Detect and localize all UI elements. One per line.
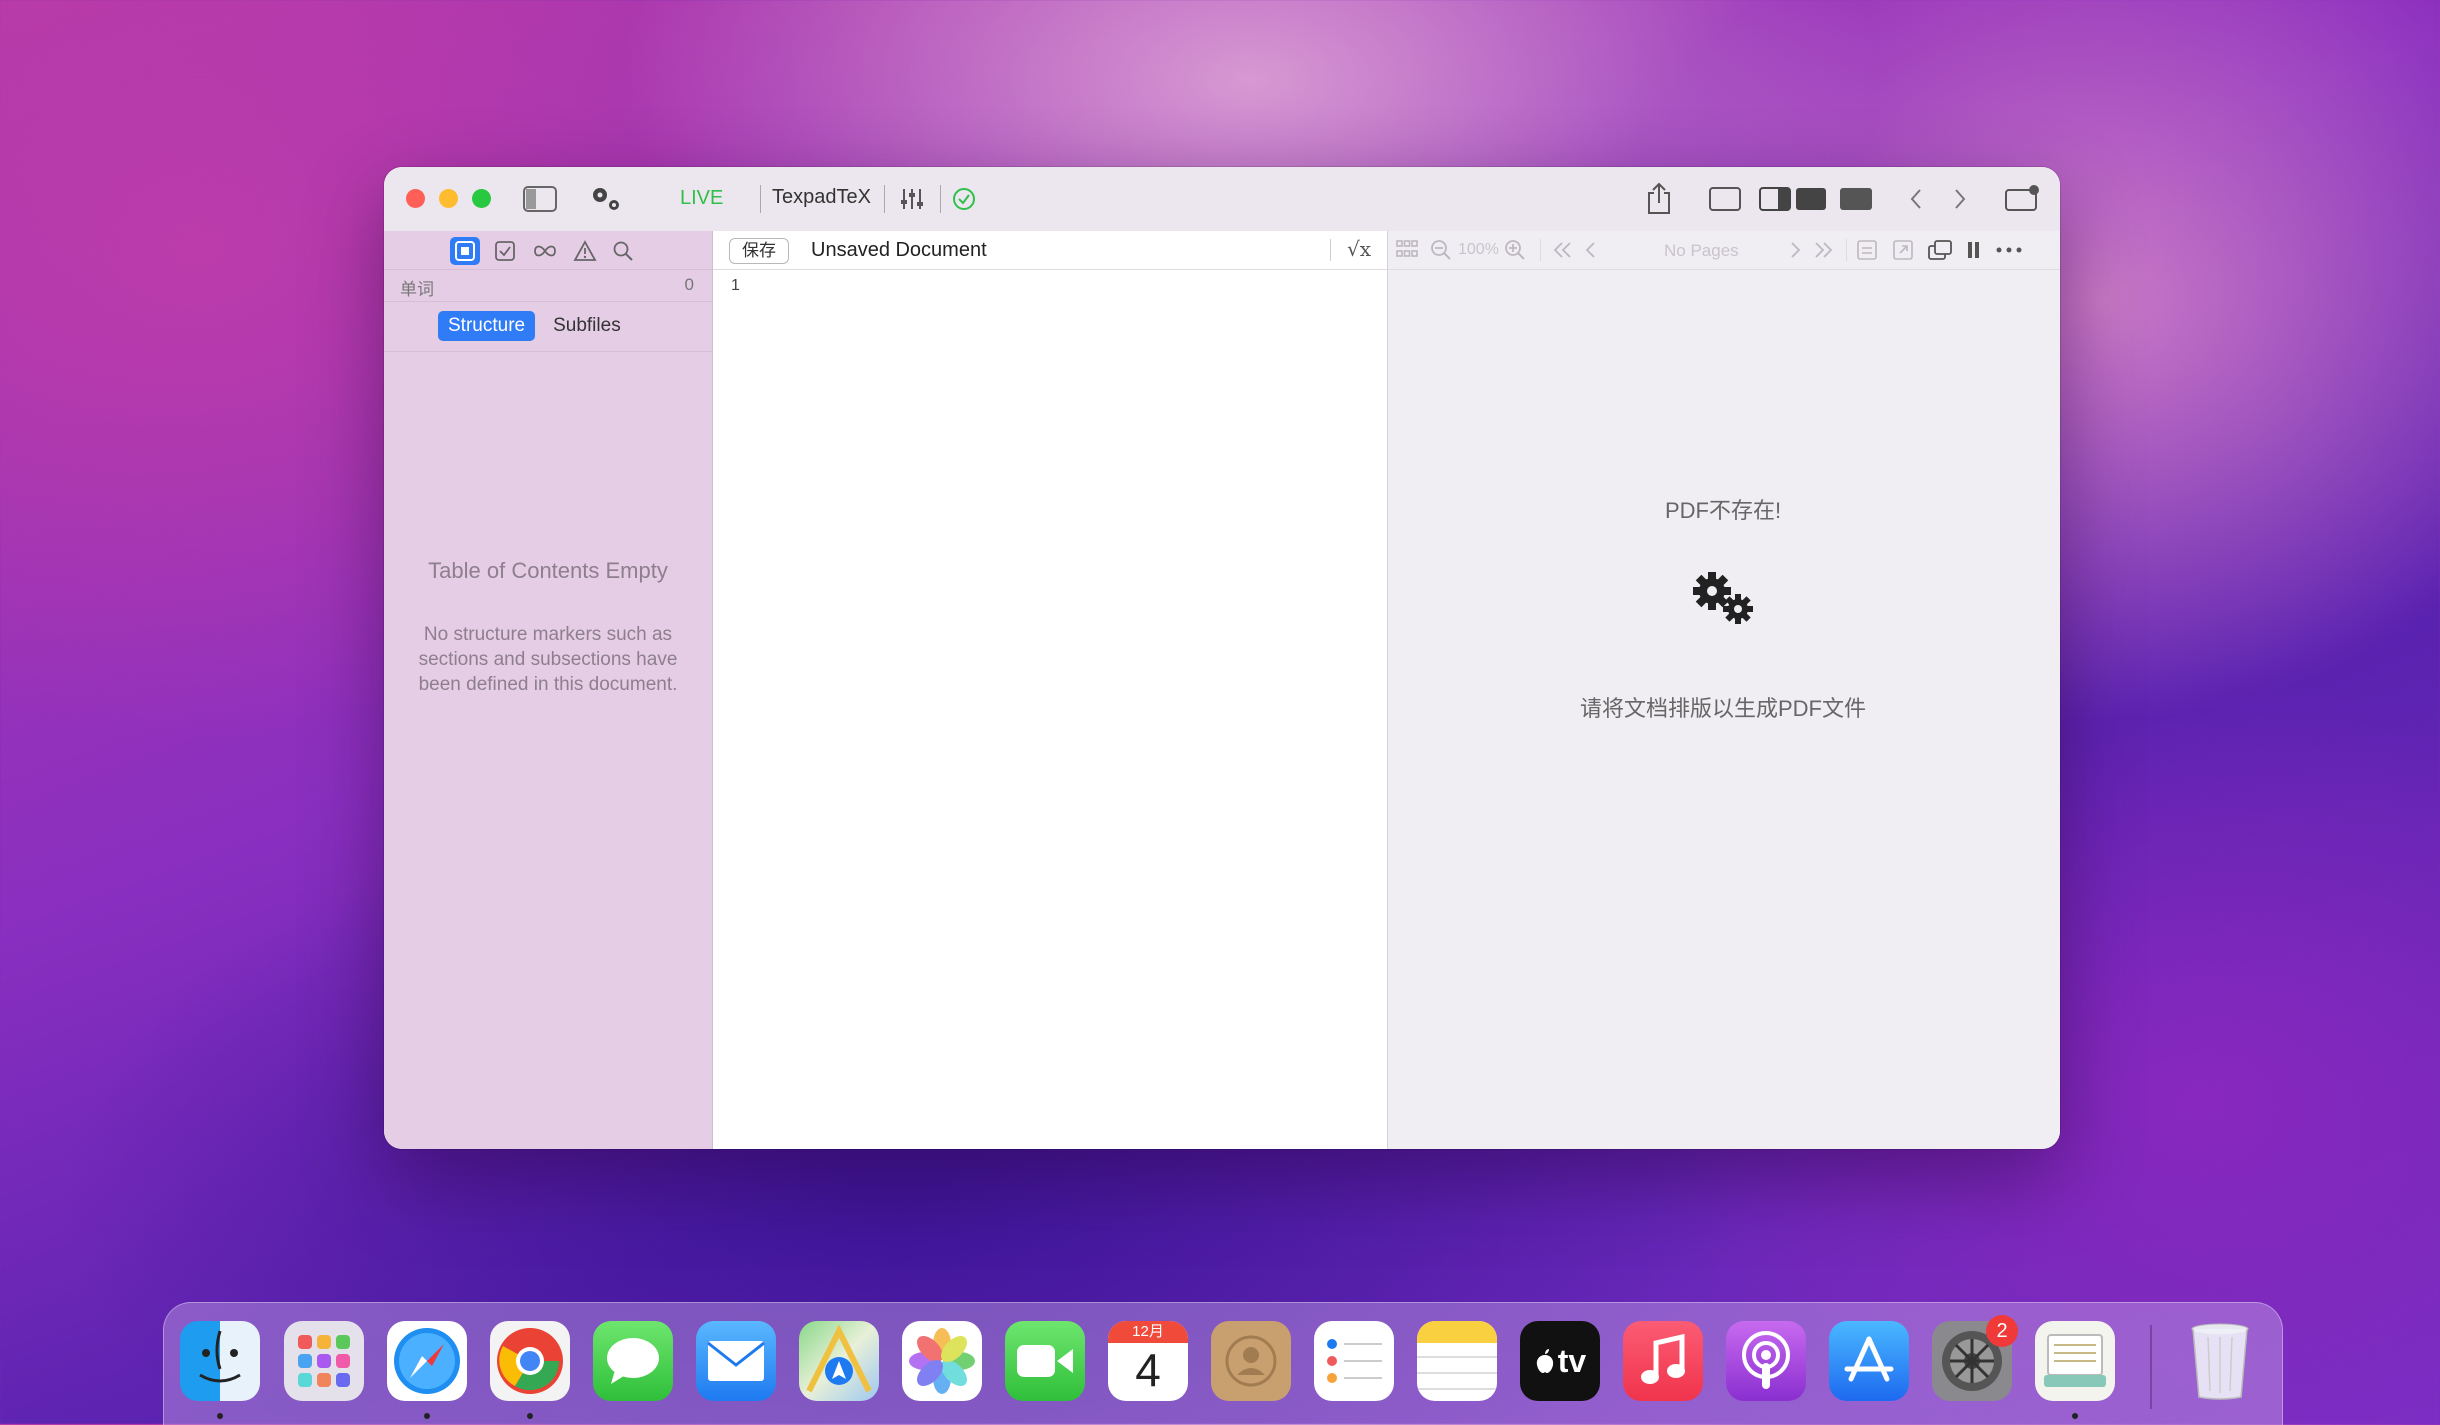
maps-icon[interactable] [799,1321,879,1401]
sidebar: 单词 0 Structure Subfiles Table of Content… [384,231,713,1149]
preview-only-layout-icon[interactable] [1838,185,1874,213]
editor-only-layout-icon[interactable] [1708,185,1742,213]
safari-icon[interactable] [387,1321,467,1401]
new-window-icon[interactable] [2002,181,2042,215]
sidebar-toggle-icon[interactable] [522,185,558,213]
dock-divider [2150,1325,2152,1409]
structure-view-icon[interactable] [450,237,480,265]
next-page-icon[interactable] [1786,236,1806,264]
pdf-preview-pane: 100% No Pages PDF不存在! 请将文档排版以生成PDF文件 [1388,231,2060,1149]
running-indicator [527,1413,533,1419]
minimize-button[interactable] [439,189,458,208]
references-infinity-icon[interactable] [530,237,560,265]
calendar-day: 4 [1135,1344,1161,1396]
share-icon[interactable] [1642,181,1676,215]
calendar-icon[interactable]: 12月 4 [1108,1321,1188,1401]
live-label[interactable]: LIVE [680,187,723,210]
pause-icon[interactable] [1962,236,1984,264]
detach-preview-icon[interactable] [1926,236,1954,264]
typeset-hint: 请将文档排版以生成PDF文件 [1579,696,1866,721]
podcasts-icon[interactable] [1726,1321,1806,1401]
photos-icon[interactable] [902,1321,982,1401]
first-page-icon[interactable] [1550,236,1576,264]
sliders-icon[interactable] [898,185,926,213]
pdf-missing-message: PDF不存在! [1664,498,1782,523]
sidebar-tabs: Structure Subfiles [438,311,639,341]
toolbar-divider [1330,239,1331,261]
gears-icon [1688,567,1758,632]
line-number: 1 [731,277,740,294]
back-icon[interactable] [1904,185,1928,213]
mail-icon[interactable] [696,1321,776,1401]
word-count-value: 0 [684,275,694,294]
open-external-icon[interactable] [1890,236,1916,264]
texpad-window: LIVE TexpadTeX 单词 0 Structure Subfiles T… [384,167,2060,1149]
zoom-level: 100% [1458,241,1499,258]
editor-toolbar: 保存 Unsaved Document √x [713,231,1387,270]
sidebar-toolbar [384,231,712,270]
success-check-icon[interactable] [950,185,978,213]
more-options-icon[interactable] [1994,236,2024,264]
toolbar-divider [1540,239,1541,261]
messages-icon[interactable] [593,1321,673,1401]
launchpad-icon[interactable] [284,1321,364,1401]
tab-subfiles[interactable]: Subfiles [543,311,631,341]
zoom-button[interactable] [472,189,491,208]
editor-pane[interactable]: 保存 Unsaved Document √x 1 [713,231,1388,1149]
zoom-out-icon[interactable] [1428,236,1454,264]
word-count-label: 单词 [400,280,434,299]
reminders-icon[interactable] [1314,1321,1394,1401]
app-store-icon[interactable] [1829,1321,1909,1401]
todo-checkbox-icon[interactable] [490,237,520,265]
notification-badge: 2 [1986,1315,2018,1347]
facetime-icon[interactable] [1005,1321,1085,1401]
document-title: Unsaved Document [811,239,987,261]
running-indicator [424,1413,430,1419]
typeset-settings-icon[interactable] [586,183,626,215]
toc-empty-description: No structure markers such as sections an… [418,624,678,695]
typesetter-name[interactable]: TexpadTeX [772,186,871,209]
chrome-icon[interactable] [490,1321,570,1401]
page-indicator: No Pages [1664,241,1739,260]
notes-icon[interactable] [1417,1321,1497,1401]
preview-toolbar: 100% No Pages [1388,231,2060,270]
zoom-in-icon[interactable] [1502,236,1528,264]
apple-tv-icon[interactable]: tv [1520,1321,1600,1401]
forward-icon[interactable] [1948,185,1972,213]
toolbar-divider [760,185,761,213]
toolbar-divider [1846,239,1847,261]
trash-icon[interactable] [2180,1321,2260,1401]
dock: 12月 4 tv 2 [163,1302,2283,1425]
toc-empty-title: Table of Contents Empty [428,558,668,583]
word-count-row: 单词 0 [384,269,712,302]
contacts-icon[interactable] [1211,1321,1291,1401]
running-indicator [217,1413,223,1419]
divider [384,351,712,352]
tab-structure[interactable]: Structure [438,311,536,341]
toolbar-divider [884,185,885,213]
texpad-icon[interactable] [2035,1321,2115,1401]
close-button[interactable] [406,189,425,208]
toolbar-divider [940,185,941,213]
finder-icon[interactable] [180,1321,260,1401]
save-button[interactable]: 保存 [729,238,789,264]
previous-page-icon[interactable] [1580,236,1600,264]
thumbnails-grid-icon[interactable] [1394,236,1420,264]
warning-icon[interactable] [570,237,600,265]
calendar-month: 12月 [1108,1321,1188,1343]
sync-to-source-icon[interactable] [1854,236,1880,264]
music-icon[interactable] [1623,1321,1703,1401]
split-layout-icon[interactable] [1758,185,1828,213]
math-preview-button[interactable]: √x [1347,237,1371,261]
tv-label: tv [1557,1342,1587,1379]
last-page-icon[interactable] [1810,236,1836,264]
title-bar: LIVE TexpadTeX [384,167,2060,232]
search-icon[interactable] [608,237,638,265]
running-indicator [2072,1413,2078,1419]
